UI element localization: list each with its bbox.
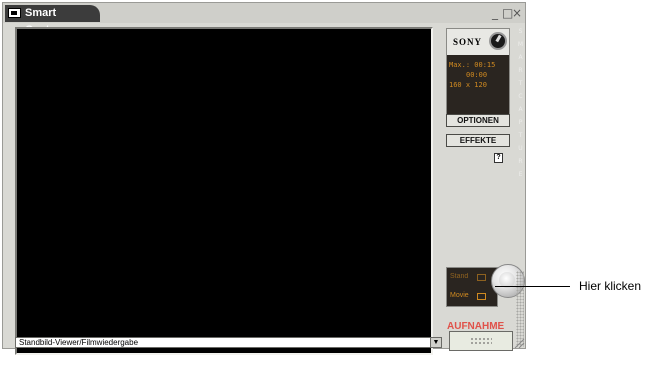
vertical-letter: A [518,106,523,113]
movie-icon [477,293,486,300]
dropdown-arrow-icon[interactable]: ▼ [430,338,441,347]
info-display: SONY Max.: 00:15 00:00 160 x 120 [446,28,510,120]
camera-lens-icon [489,32,507,50]
mode-select-value: Standbild-Viewer/Filmwiedergabe [19,338,139,347]
record-button[interactable] [449,331,513,351]
title-tab: Smart Capture [5,5,100,36]
vertical-letter: R [518,67,523,74]
vertical-letter: E [518,171,523,178]
title-bar[interactable]: Smart Capture _ □ × [3,3,525,36]
vertical-letter: T [518,80,523,87]
video-preview [15,27,433,355]
still-camera-icon [477,274,486,281]
max-duration: Max.: 00:15 [449,61,496,69]
callout-label: Hier klicken [579,279,642,293]
brand-header: SONY [447,29,509,55]
callout-pointer-line [495,286,570,287]
mode-movie-label: Movie [450,292,469,299]
mode-select[interactable]: Standbild-Viewer/Filmwiedergabe ▼ [15,337,442,348]
elapsed-time: 00:00 [466,71,488,79]
vertical-letter: S [518,28,523,35]
vertical-letter: T [518,132,523,139]
resolution-readout: 160 x 120 [449,81,487,89]
mode-still-label: Stand [450,273,469,280]
side-grip [516,271,524,347]
vertical-letter: R [518,158,523,165]
camera-app-icon [8,8,21,18]
effects-button[interactable]: EFFEKTE [446,134,510,147]
record-grip-icon [470,337,492,345]
vertical-letter: P [518,119,523,126]
vertical-letter: C [518,93,523,100]
vertical-letter: U [518,145,523,152]
capture-mode-switch[interactable]: Stand Movie [446,267,498,307]
vertical-letter: A [518,54,523,61]
close-button[interactable]: × [512,6,522,20]
resize-grip-icon[interactable] [513,338,525,348]
smart-capture-window: Smart Capture _ □ × Standbild-Viewer/Fil… [2,2,526,355]
options-button[interactable]: OPTIONEN [446,114,510,127]
vertical-letter: M [517,41,524,48]
minimize-button[interactable]: _ [492,6,498,20]
sony-logo: SONY [453,37,483,47]
help-icon[interactable]: ? [494,153,503,163]
